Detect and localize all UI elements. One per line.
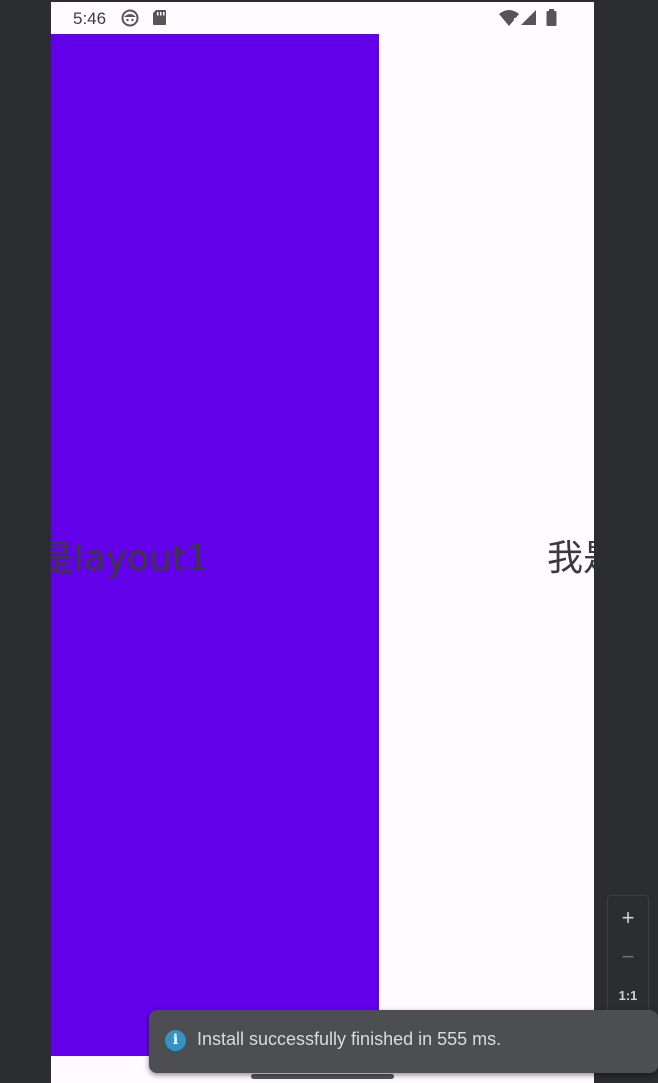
gesture-handle[interactable] <box>251 1074 394 1079</box>
layout2-label: 我是 <box>547 538 594 579</box>
battery-icon <box>546 9 557 31</box>
layout1-panel: 是layout1 <box>51 34 379 1056</box>
activity-content: 是layout1 我是 <box>51 34 594 1056</box>
wifi-icon <box>498 9 520 32</box>
zoom-controls: + − 1:1 <box>607 895 649 1017</box>
signal-icon <box>520 9 537 31</box>
install-notification[interactable]: i Install successfully finished in 555 m… <box>149 1010 658 1073</box>
emulator-window: 5:46 是layout1 我 + − 1:1 i Install succes… <box>0 0 658 1083</box>
info-icon: i <box>165 1030 186 1051</box>
device-screen: 5:46 是layout1 我 <box>51 2 594 1083</box>
zoom-in-button[interactable]: + <box>608 900 648 936</box>
sd-card-icon <box>152 9 167 31</box>
zoom-out-button[interactable]: − <box>608 939 648 975</box>
status-bar: 5:46 <box>51 2 594 34</box>
android-debug-icon <box>121 9 139 32</box>
notification-message: Install successfully finished in 555 ms. <box>197 1029 502 1049</box>
actual-size-button[interactable]: 1:1 <box>608 977 648 1013</box>
layout1-label: 是layout1 <box>51 538 209 579</box>
status-time: 5:46 <box>73 9 107 28</box>
